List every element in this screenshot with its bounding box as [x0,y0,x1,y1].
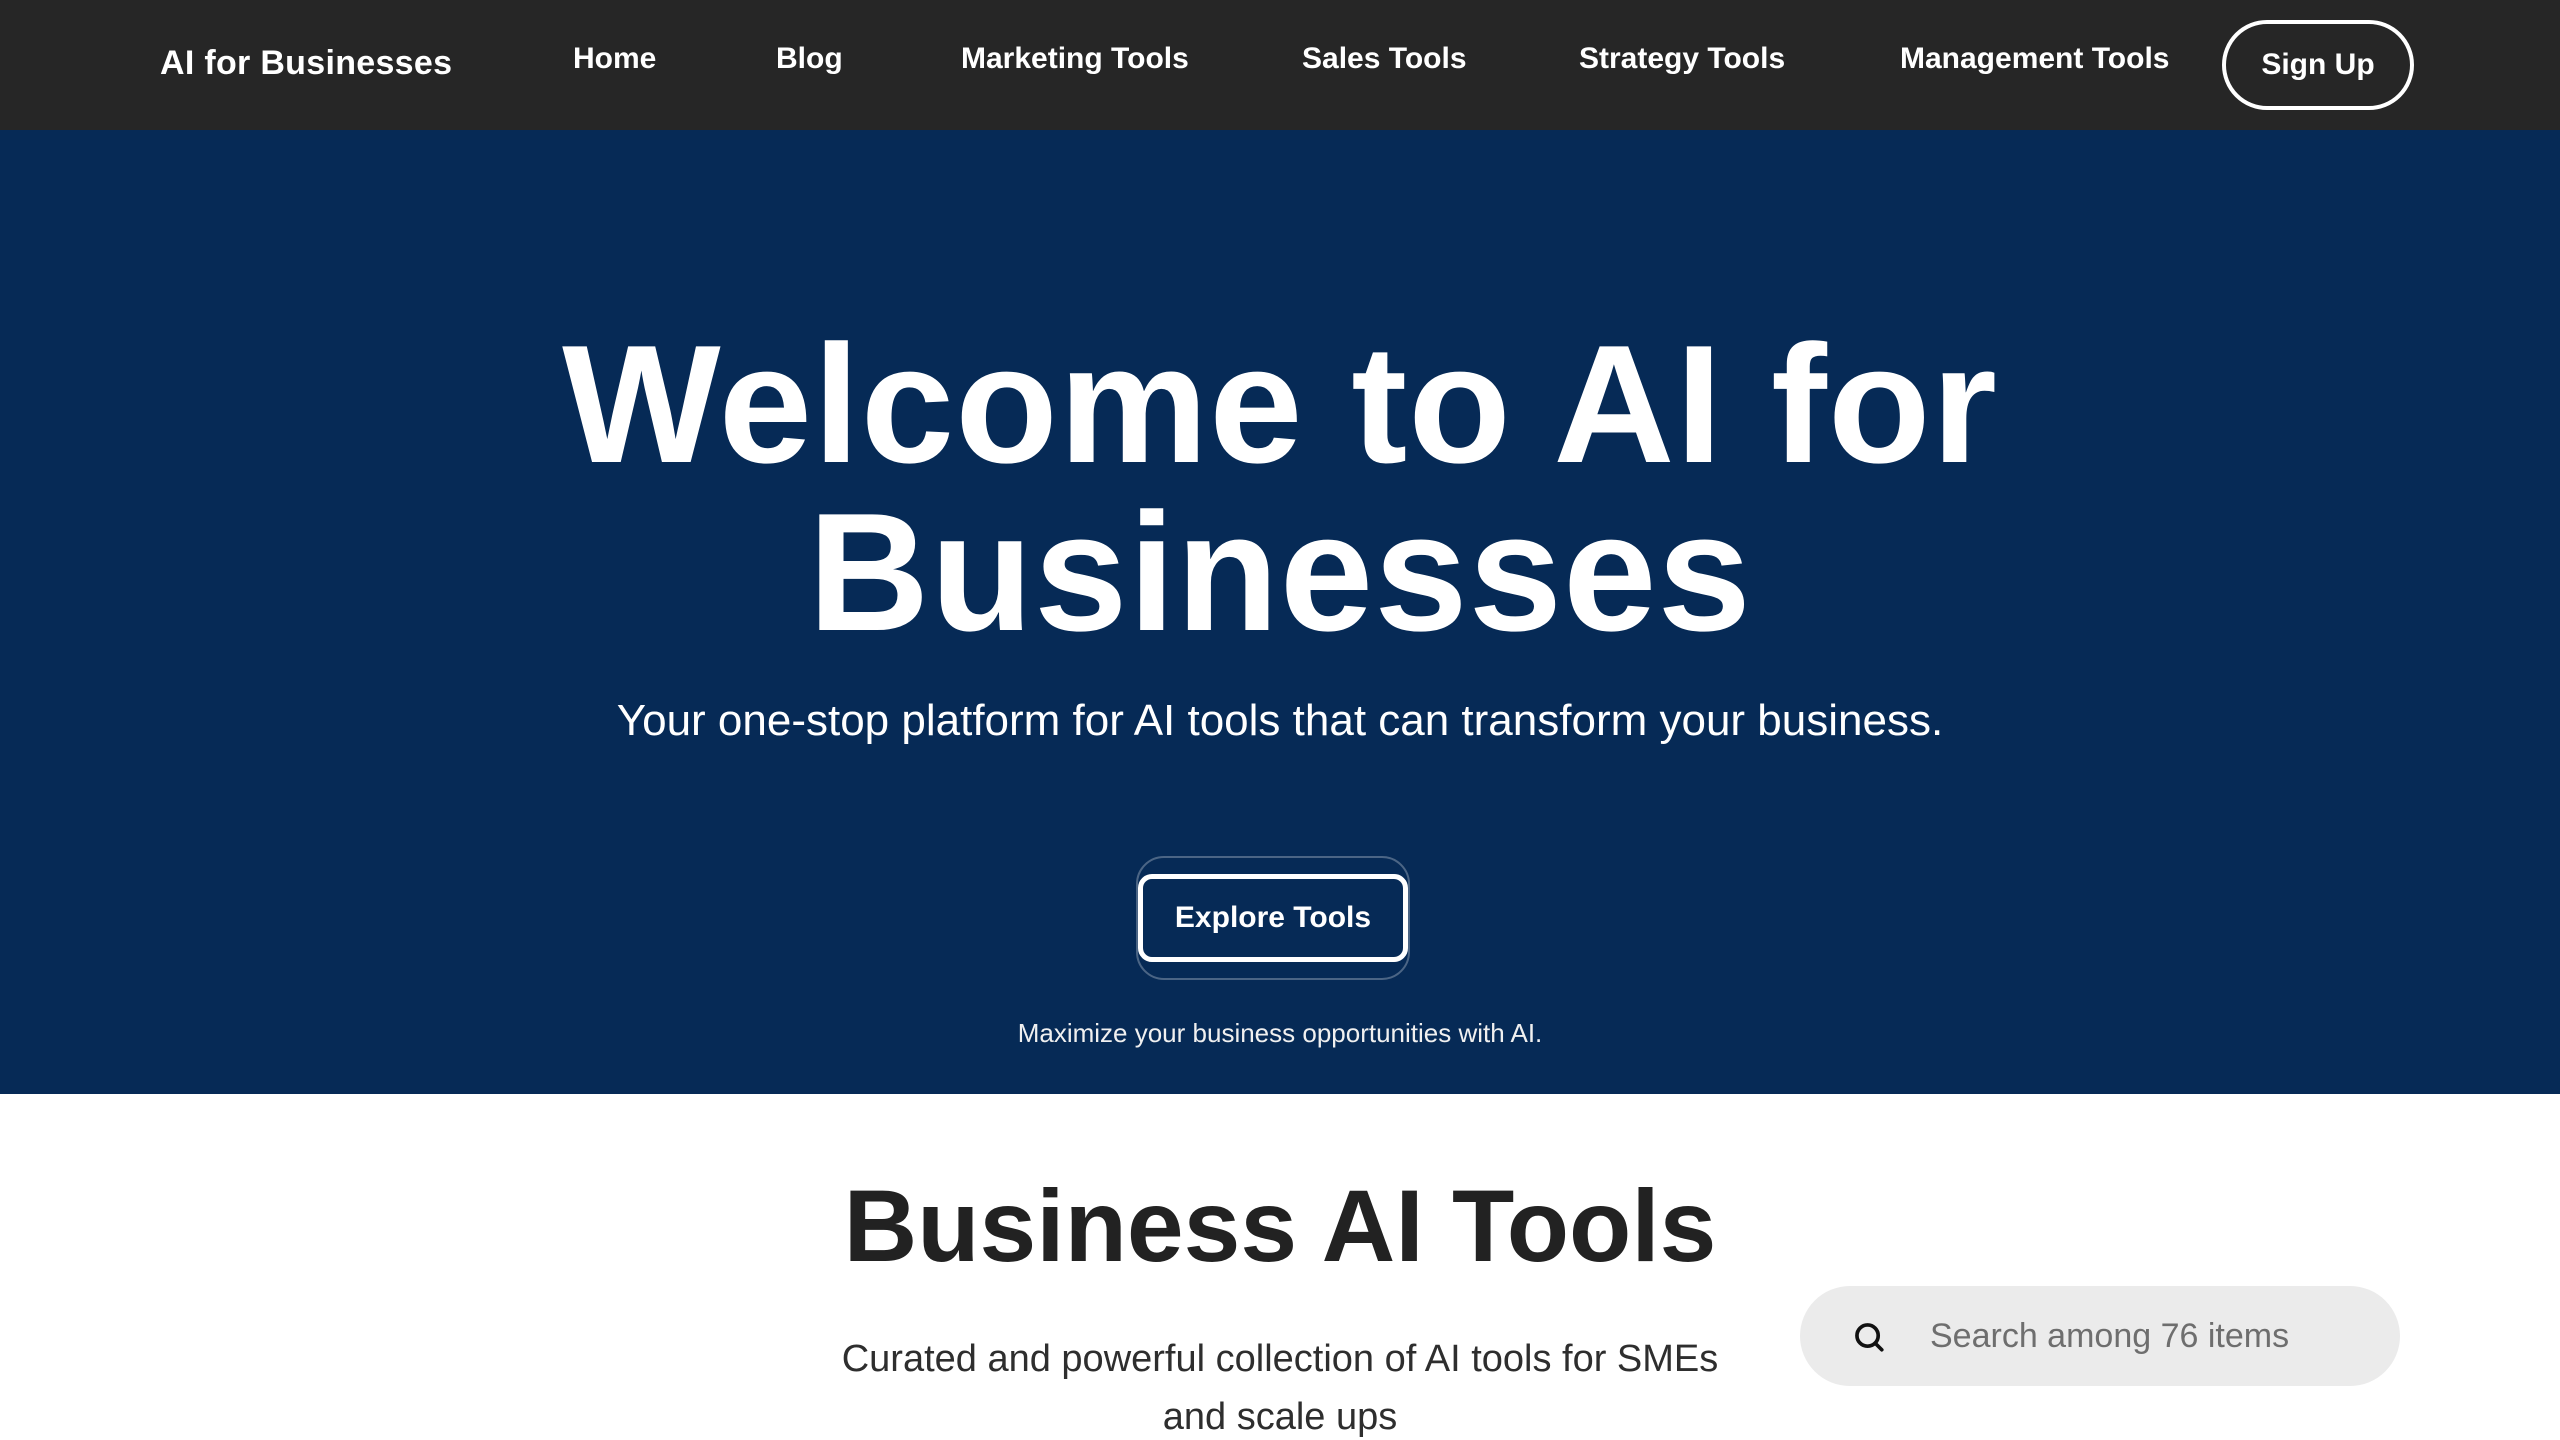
sign-up-button[interactable]: Sign Up [2222,20,2414,110]
nav-link-home[interactable]: Home [573,42,656,76]
nav-link-blog[interactable]: Blog [776,42,843,76]
explore-tools-button[interactable]: Explore Tools [1138,874,1408,962]
search-input[interactable] [1930,1286,2430,1386]
search-icon [1855,1323,1884,1352]
nav-link-sales-tools[interactable]: Sales Tools [1302,42,1467,76]
hero-title-line-2: Businesses [808,478,1752,666]
hero-section: Welcome to AI for Businesses Your one-st… [0,130,2560,1094]
nav-link-strategy-tools[interactable]: Strategy Tools [1579,42,1785,76]
hero-title: Welcome to AI for Businesses [0,320,2560,656]
hero-tagline: Maximize your business opportunities wit… [1017,1018,1543,1048]
section-description: Curated and powerful collection of AI to… [841,1338,1719,1438]
hero-title-line-1: Welcome to AI for [562,310,1998,498]
nav-link-marketing-tools[interactable]: Marketing Tools [961,42,1189,76]
search-bar[interactable] [1800,1286,2430,1386]
brand-logo[interactable]: AI for Businesses [160,44,452,83]
section-title: Business AI Tools [843,1169,1717,1283]
hero-subtitle: Your one-stop platform for AI tools that… [616,696,1944,745]
nav-link-management-tools[interactable]: Management Tools [1900,42,2169,76]
top-nav: AI for Businesses Home Blog Marketing To… [0,0,2560,130]
